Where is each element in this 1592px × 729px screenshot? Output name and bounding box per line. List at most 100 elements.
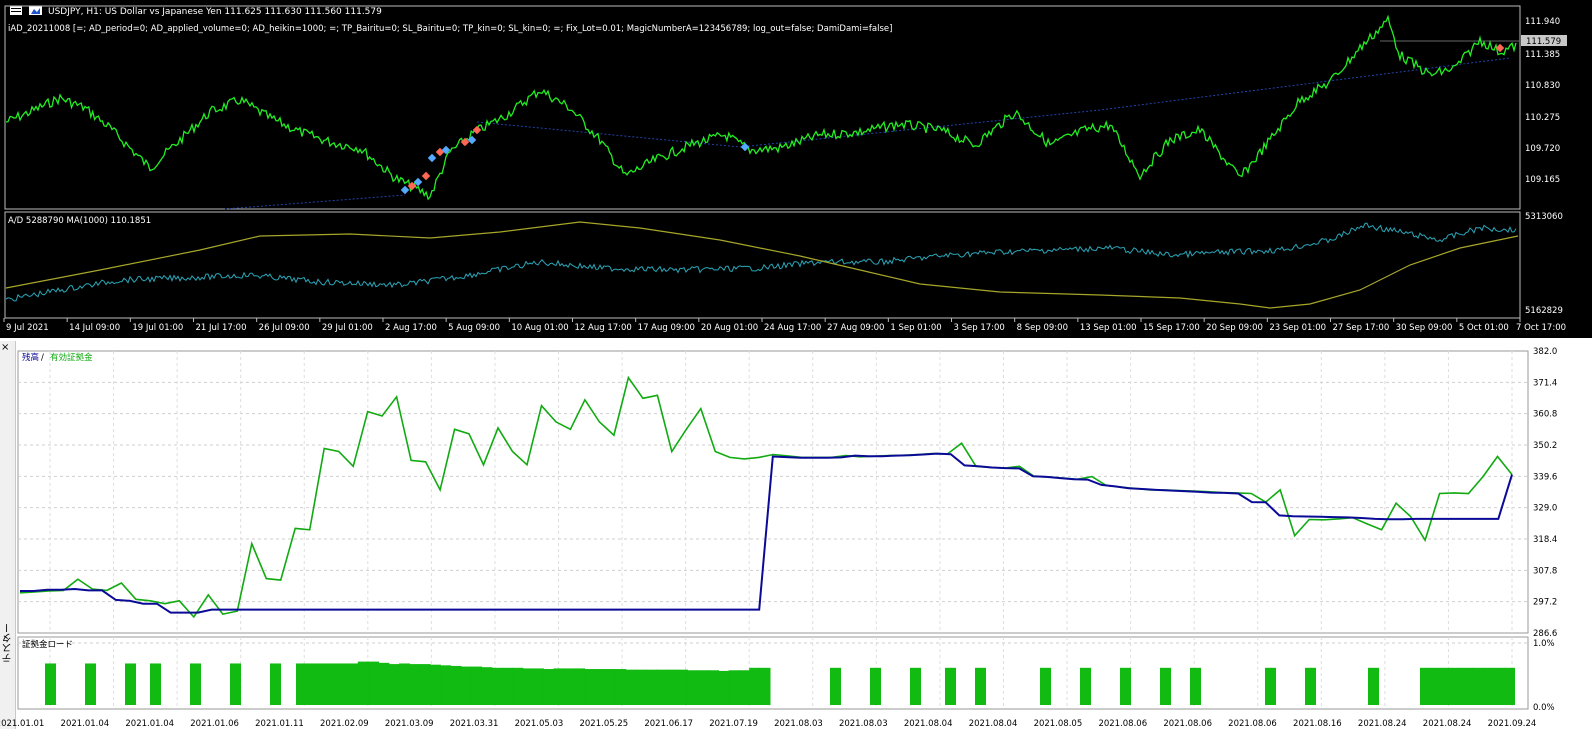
date-tick: 2021.08.06: [1098, 719, 1147, 729]
indicator-tick: 5313060: [1525, 212, 1563, 222]
load-bar: [910, 667, 921, 705]
time-tick: 24 Aug 17:00: [764, 323, 821, 333]
y-tick-label: 360.8: [1533, 410, 1557, 420]
date-tick: 2021.08.05: [1034, 719, 1083, 729]
price-tick: 109.720: [1525, 144, 1560, 154]
load-bar: [296, 663, 307, 705]
date-tick: 2021.01.11: [255, 719, 304, 729]
price-chart-panel: USDJPY, H1: US Dollar vs Japanese Yen 11…: [0, 0, 1592, 338]
y-tick-label: 318.4: [1533, 535, 1557, 545]
load-bar: [975, 667, 986, 705]
load-bar: [409, 664, 421, 705]
indicator-label: A/D 5288790 MA(1000) 110.1851: [8, 216, 151, 226]
equity-y-axis: 382.0 371.4 360.8 350.2 339.6 329.0 318.4 307.8…: [1533, 347, 1557, 639]
load-bar: [190, 663, 201, 705]
date-tick: 2021.03.09: [385, 719, 434, 729]
load-bar: [1493, 667, 1505, 705]
date-tick: 2021.05.25: [579, 719, 628, 729]
load-bar: [85, 663, 96, 705]
time-tick: 5 Aug 09:00: [448, 323, 500, 333]
load-bar: [1472, 667, 1484, 705]
current-price: 111.579: [1526, 37, 1561, 47]
date-tick: 2021.01.01: [0, 719, 44, 729]
indicator-frame: [4, 211, 1521, 319]
y-tick-label: 307.8: [1533, 566, 1557, 576]
date-tick: 2021.08.04: [904, 719, 953, 729]
price-series-line: [5, 14, 1517, 201]
load-bar: [574, 668, 586, 705]
load-bar: [605, 669, 616, 705]
load-bar: [512, 667, 524, 705]
load-bar: [749, 667, 761, 705]
load-bar: [1120, 667, 1131, 705]
load-bar: [337, 663, 349, 705]
price-area-frame: [4, 5, 1521, 210]
load-bar: [125, 663, 136, 705]
date-tick: 2021.08.06: [1163, 719, 1212, 729]
date-tick: 2021.08.03: [774, 719, 823, 729]
load-bar: [357, 661, 369, 705]
load-bar: [718, 670, 730, 705]
y-tick-label: 339.6: [1533, 472, 1557, 482]
load-bar: [1483, 667, 1494, 705]
date-tick: 2021.07.19: [709, 719, 758, 729]
load-bar: [481, 667, 493, 705]
time-tick: 15 Sep 17:00: [1143, 323, 1200, 333]
load-bar: [870, 667, 881, 705]
time-tick: 19 Jul 01:00: [132, 323, 183, 333]
load-bar: [594, 669, 606, 705]
chart-window-icon[interactable]: [10, 6, 22, 15]
load-bar: [347, 663, 359, 705]
load-bar: [150, 663, 161, 705]
price-tick: 111.940: [1525, 17, 1560, 27]
trend-line: [476, 121, 741, 148]
price-tick: 110.830: [1525, 81, 1560, 91]
y-tick-label: 350.2: [1533, 441, 1557, 451]
load-bar: [450, 665, 462, 705]
load-bar: [399, 663, 410, 705]
time-tick: 20 Aug 01:00: [701, 323, 758, 333]
load-bar: [945, 667, 956, 705]
y-tick-label: 382.0: [1533, 347, 1557, 357]
load-bar: [471, 666, 483, 705]
date-tick: 2021.09.24: [1488, 719, 1537, 729]
load-bar: [522, 668, 534, 705]
time-tick: 3 Sep 17:00: [954, 323, 1005, 333]
trade-markers: [400, 43, 1505, 195]
trend-line: [224, 194, 406, 210]
load-bar: [388, 664, 400, 705]
trend-line: [739, 57, 1511, 148]
time-tick: 2 Aug 17:00: [385, 323, 437, 333]
ad-ma-line: [5, 221, 1519, 309]
tester-graph[interactable]: 382.0 371.4 360.8 350.2 339.6 329.0 318.4 307.8…: [0, 341, 1592, 729]
load-tick-min: 0.0%: [1533, 703, 1555, 713]
time-tick: 26 Jul 09:00: [259, 323, 310, 333]
load-bar: [1430, 667, 1442, 705]
trade-marker-icon: [472, 125, 482, 135]
load-bar: [687, 670, 699, 705]
load-bar: [1305, 667, 1316, 705]
load-bar: [368, 661, 380, 705]
load-bar: [697, 670, 709, 705]
date-tick: 2021.01.04: [61, 719, 110, 729]
load-bar: [230, 663, 241, 705]
date-tick: 2021.02.09: [320, 719, 369, 729]
date-tick: 2021.03.31: [450, 719, 499, 729]
load-bar: [1265, 667, 1276, 705]
load-tick-max: 1.0%: [1533, 639, 1555, 649]
legend-separator: /: [41, 353, 44, 363]
date-tick: 2021.08.03: [839, 719, 888, 729]
trade-marker-icon: [421, 171, 431, 181]
load-bar: [615, 669, 627, 705]
load-bar: [635, 669, 647, 705]
time-axis: 9 Jul 2021 14 Jul 09:00 19 Jul 01:00 21 Jul…: [3, 318, 1566, 333]
y-tick-label: 329.0: [1533, 504, 1557, 514]
load-bar: [584, 669, 596, 705]
price-chart-svg[interactable]: USDJPY, H1: US Dollar vs Japanese Yen 11…: [0, 0, 1592, 338]
load-bar: [553, 668, 565, 705]
load-label: 証拠金ロード: [22, 639, 73, 650]
price-tick: 111.385: [1525, 50, 1560, 60]
load-bar: [708, 670, 719, 705]
tester-date-axis: 2021.01.01 2021.01.04 2021.01.04 2021.01.06…: [0, 719, 1536, 729]
price-tick: 109.165: [1525, 175, 1560, 185]
